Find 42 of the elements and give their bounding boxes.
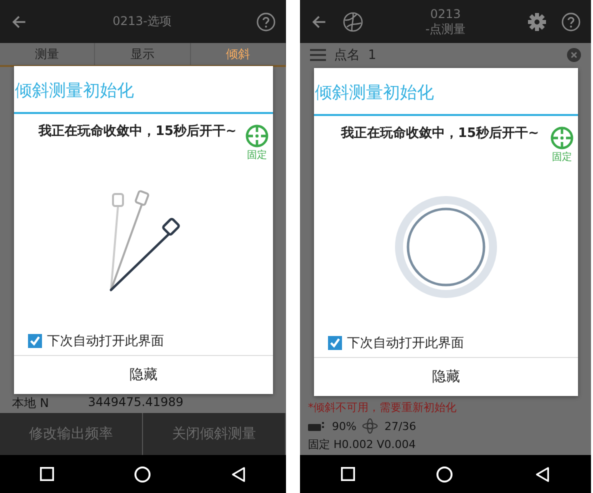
help-icon[interactable] (256, 12, 276, 32)
field-value: 3449475.41989 (88, 395, 184, 411)
checkbox-label: 下次自动打开此界面 (347, 335, 464, 352)
clear-icon[interactable] (567, 48, 581, 62)
hide-button[interactable]: 隐藏 (14, 356, 273, 394)
back-icon[interactable] (535, 466, 550, 482)
checkbox-label: 下次自动打开此界面 (47, 333, 164, 350)
point-name-value: 1 (368, 48, 378, 62)
dialog-title: 倾斜测量初始化 (14, 80, 135, 103)
home-icon[interactable] (436, 466, 454, 482)
screen-title: -点测量 (425, 22, 466, 36)
list-icon[interactable] (310, 49, 326, 61)
satellite-count-text: 27/36 (384, 420, 416, 432)
checkbox[interactable] (28, 334, 42, 348)
settings-icon[interactable] (527, 12, 547, 32)
field-label: 本地 N (12, 395, 50, 411)
checkbox[interactable] (328, 336, 342, 350)
satellite-icon (362, 418, 378, 434)
fix-status-label: 固定 (552, 150, 572, 164)
help-icon[interactable] (561, 12, 581, 32)
dialog-message: 我正在玩命收敛中，15秒后开干~ (340, 126, 540, 142)
tab[interactable]: 测量 (0, 43, 96, 65)
tab[interactable]: 显示 (95, 43, 191, 65)
receiver-icon (308, 421, 326, 431)
screen-title: 0213 (430, 6, 461, 22)
back-icon[interactable] (231, 466, 246, 482)
recents-icon[interactable] (40, 467, 54, 481)
dialog-message: 我正在玩命收敛中，15秒后开干~ (37, 124, 238, 140)
crosshair-icon (245, 124, 269, 148)
hide-button[interactable]: 隐藏 (314, 358, 578, 396)
fix-status-label: 固定 (247, 148, 267, 162)
battery-level-text: 90% (332, 420, 356, 432)
recents-icon[interactable] (340, 467, 355, 481)
screen-title: 0213-选项 (112, 14, 172, 29)
point-name-label: 点名 (334, 47, 360, 64)
globe-icon[interactable] (342, 10, 364, 32)
dialog-title: 倾斜测量初始化 (314, 82, 435, 105)
home-icon[interactable] (134, 466, 151, 482)
tab[interactable]: 倾斜 (190, 43, 286, 65)
crosshair-icon (550, 126, 574, 150)
solution-text: 固定 H0.002 V0.004 (308, 437, 417, 452)
warning-text: *倾斜不可用，需要重新初始化 (308, 400, 458, 415)
